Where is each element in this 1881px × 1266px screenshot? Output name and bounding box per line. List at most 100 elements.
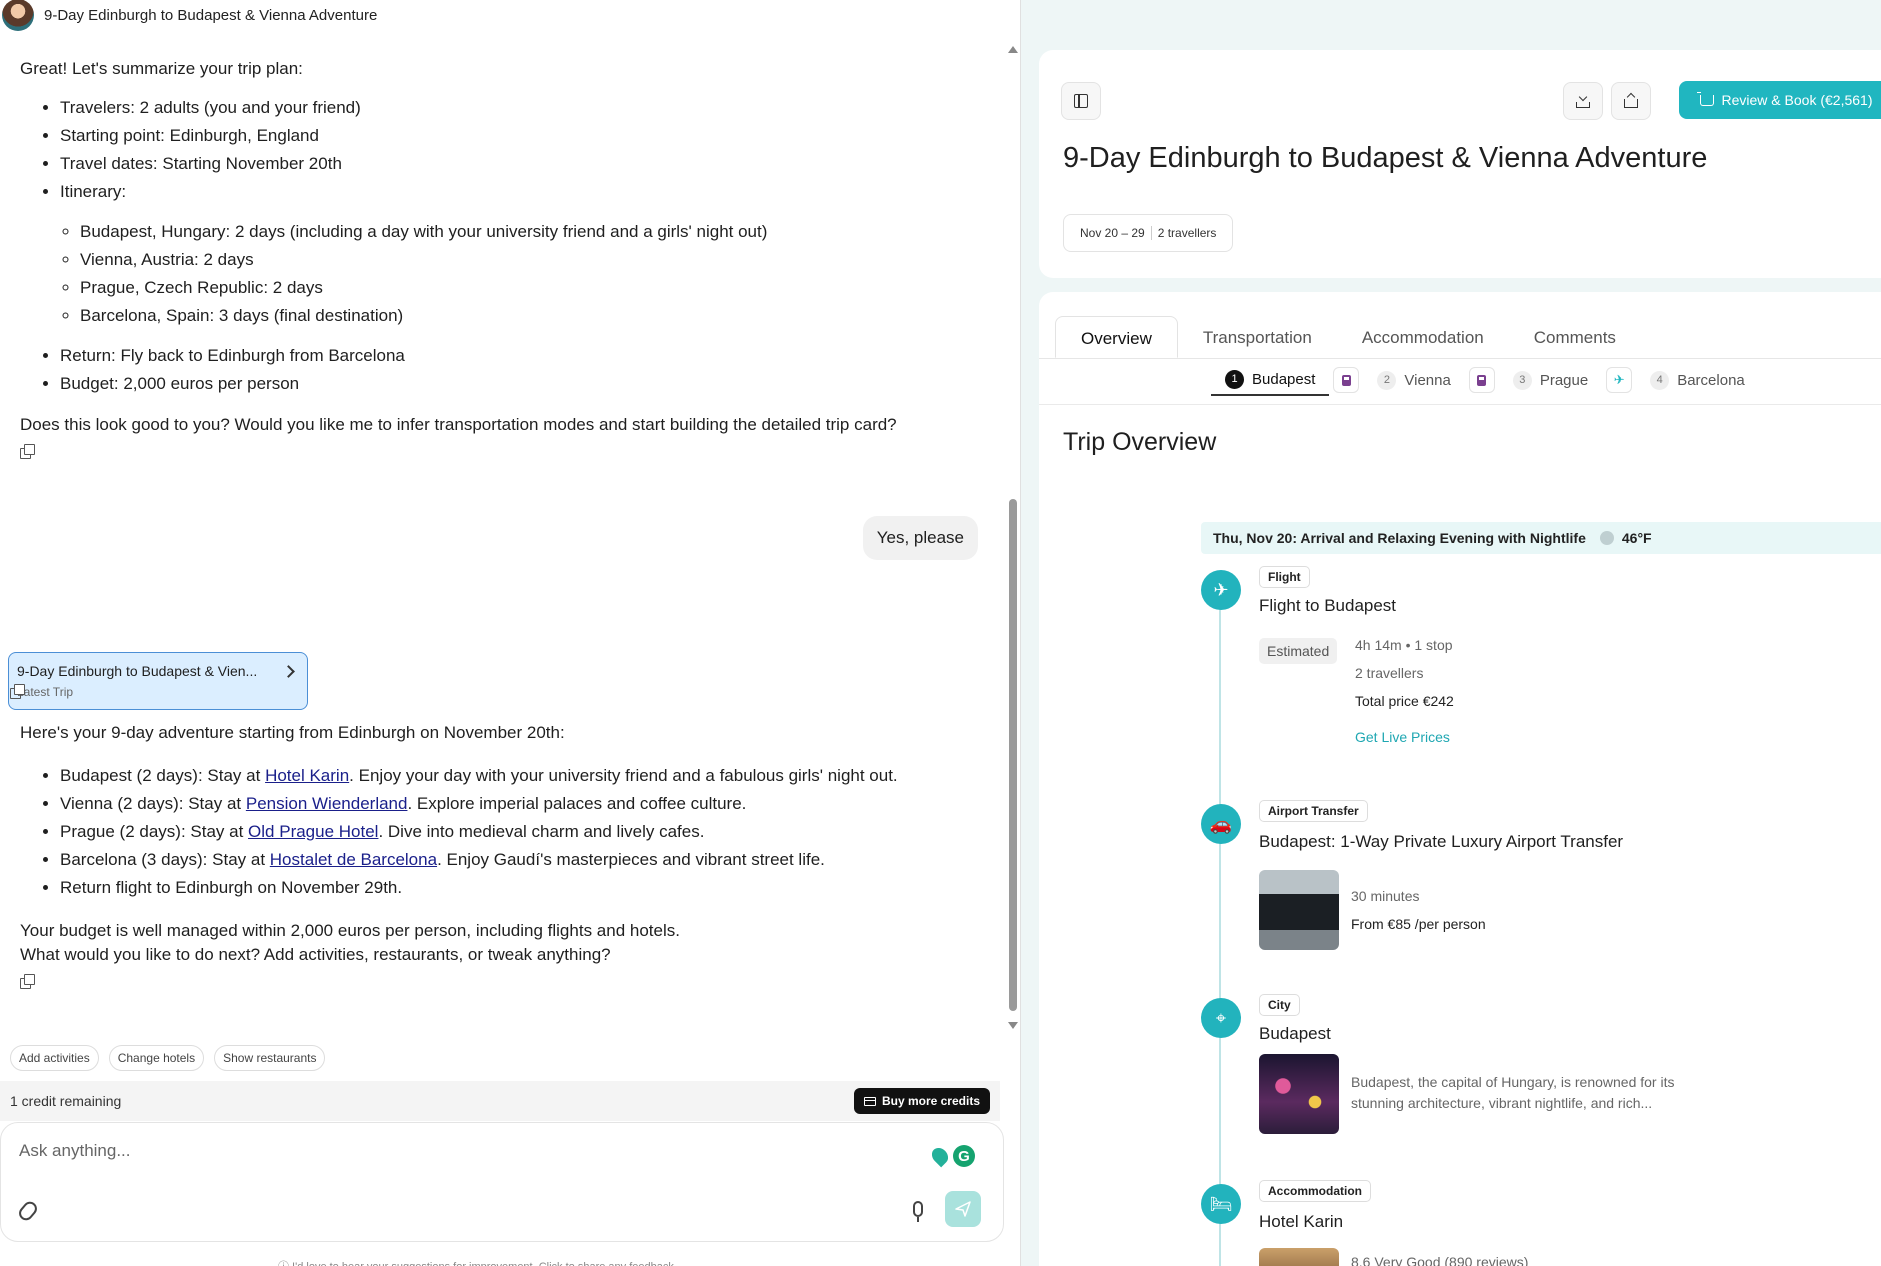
hotel-link[interactable]: Hotel Karin (265, 766, 349, 785)
city-tab-budapest[interactable]: 1 Budapest (1211, 364, 1330, 396)
suggestion-add-activities[interactable]: Add activities (10, 1045, 99, 1071)
credits-bar: 1 credit remaining Buy more credits (0, 1081, 1000, 1121)
chat-title: 9-Day Edinburgh to Budapest & Vienna Adv… (44, 6, 378, 24)
chat-composer: G (0, 1122, 1004, 1242)
list-item-text: Vienna (2 days): Stay at (60, 794, 246, 813)
message-text: Your budget is well managed within 2,000… (20, 921, 680, 940)
flight-mode[interactable]: ✈ (1606, 367, 1633, 393)
feedback-note[interactable]: ⓘ I'd love to hear your suggestions for … (278, 1258, 677, 1266)
list-item: Travelers: 2 adults (you and your friend… (60, 94, 980, 122)
city-tab-vienna[interactable]: 2 Vienna (1363, 364, 1464, 396)
divider (1039, 358, 1881, 359)
hotel-rating: 8.6 Very Good (890 reviews) (1351, 1254, 1529, 1266)
list-item: Barcelona, Spain: 3 days (final destinat… (80, 302, 980, 330)
location-pin-icon[interactable] (928, 1144, 952, 1168)
transfer-duration: 30 minutes (1351, 888, 1420, 904)
list-item: Budapest, Hungary: 2 days (including a d… (80, 218, 980, 246)
tab-overview[interactable]: Overview (1055, 316, 1178, 358)
divider (1150, 226, 1152, 240)
trip-details: Overview Transportation Accommodation Co… (1039, 292, 1881, 1266)
city-image[interactable] (1259, 1054, 1339, 1134)
estimated-badge: Estimated (1259, 638, 1338, 664)
tab-accommodation[interactable]: Accommodation (1337, 316, 1509, 358)
download-button[interactable] (1563, 82, 1603, 120)
share-icon (1624, 94, 1638, 108)
scroll-up-arrow[interactable] (1008, 46, 1018, 53)
item-title[interactable]: Budapest: 1-Way Private Luxury Airport T… (1259, 832, 1623, 852)
list-item: Return flight to Edinburgh on November 2… (60, 874, 980, 902)
list-item: Budapest (2 days): Stay at Hotel Karin. … (60, 762, 980, 790)
cart-icon (1696, 91, 1714, 106)
chat-input[interactable] (19, 1137, 899, 1165)
trip-meta[interactable]: Nov 20 – 29 2 travellers (1063, 214, 1234, 252)
list-item-text: . Enjoy Gaudí's masterpieces and vibrant… (437, 850, 825, 869)
list-item-text: . Enjoy your day with your university fr… (349, 766, 898, 785)
credits-remaining: 1 credit remaining (10, 1093, 122, 1109)
scrollbar-thumb[interactable] (1009, 499, 1017, 1011)
sidebar-toggle-button[interactable] (1061, 82, 1101, 120)
city-number: 2 (1377, 370, 1397, 390)
map-pin-icon: ⌖ (1201, 998, 1241, 1038)
grammarly-icon[interactable]: G (953, 1145, 975, 1167)
suggestion-show-restaurants[interactable]: Show restaurants (214, 1045, 326, 1071)
avatar[interactable] (2, 0, 34, 31)
tab-comments[interactable]: Comments (1509, 316, 1641, 358)
city-name: Budapest (1252, 370, 1316, 388)
chat-scrollbar[interactable] (1007, 44, 1019, 1029)
trip-tabs: Overview Transportation Accommodation Co… (1055, 316, 1641, 358)
list-item-text: . Explore imperial palaces and coffee cu… (407, 794, 747, 813)
trip-card-link[interactable]: 9-Day Edinburgh to Budapest & Vien... La… (8, 652, 308, 710)
item-title[interactable]: Budapest (1259, 1024, 1331, 1044)
scroll-down-arrow[interactable] (1008, 1022, 1018, 1029)
suggestion-chips: Add activities Change hotels Show restau… (10, 1045, 326, 1071)
copy-icon[interactable] (20, 444, 35, 459)
hotel-link[interactable]: Hostalet de Barcelona (270, 850, 437, 869)
day-title: Thu, Nov 20: Arrival and Relaxing Evenin… (1213, 530, 1586, 546)
list-item-text: Barcelona (3 days): Stay at (60, 850, 270, 869)
list-item-text: Budapest (2 days): Stay at (60, 766, 266, 785)
item-title[interactable]: Hotel Karin (1259, 1212, 1343, 1232)
get-live-prices-link[interactable]: Get Live Prices (1355, 729, 1450, 745)
share-button[interactable] (1611, 82, 1651, 120)
review-book-button[interactable]: Review & Book (€2,561) (1679, 81, 1881, 119)
review-book-label: Review & Book (€2,561) (1721, 92, 1873, 108)
bed-icon: 🛏 (1201, 1184, 1241, 1224)
city-tab-prague[interactable]: 3 Prague (1499, 364, 1602, 396)
list-item: Vienna, Austria: 2 days (80, 246, 980, 274)
transfer-image[interactable] (1259, 870, 1339, 950)
itinerary-summary-list: Budapest (2 days): Stay at Hotel Karin. … (60, 762, 980, 902)
list-item: Prague, Czech Republic: 2 days (80, 274, 980, 302)
tab-transportation[interactable]: Transportation (1178, 316, 1337, 358)
trip-dates: Nov 20 – 29 (1080, 226, 1145, 240)
train-mode[interactable] (1333, 367, 1360, 393)
chat-messages[interactable]: Great! Let's summarize your trip plan: T… (0, 44, 1000, 1064)
paperclip-icon[interactable] (16, 1198, 40, 1224)
city-number: 3 (1512, 370, 1532, 390)
city-tab-barcelona[interactable]: 4 Barcelona (1636, 364, 1759, 396)
hotel-image[interactable] (1259, 1248, 1339, 1266)
chat-header: 9-Day Edinburgh to Budapest & Vienna Adv… (0, 0, 1000, 31)
day-header[interactable]: Thu, Nov 20: Arrival and Relaxing Evenin… (1201, 522, 1881, 554)
list-item: Return: Fly back to Edinburgh from Barce… (60, 342, 980, 370)
chat-pane: 9-Day Edinburgh to Budapest & Vienna Adv… (0, 0, 1020, 1266)
divider (1039, 404, 1881, 405)
list-item: Travel dates: Starting November 20th (60, 150, 980, 178)
assistant-message-summary: Great! Let's summarize your trip plan: T… (20, 58, 980, 463)
buy-credits-button[interactable]: Buy more credits (853, 1088, 990, 1114)
assistant-message-itinerary: Here's your 9-day adventure starting fro… (20, 722, 980, 993)
city-number: 1 (1225, 369, 1244, 389)
hotel-link[interactable]: Old Prague Hotel (248, 822, 378, 841)
item-title: Flight to Budapest (1259, 596, 1397, 615)
message-text: Here's your 9-day adventure starting fro… (20, 723, 565, 742)
microphone-icon[interactable] (913, 1201, 923, 1222)
hotel-link[interactable]: Pension Wienderland (246, 794, 408, 813)
section-title: Trip Overview (1063, 428, 1217, 456)
train-mode[interactable] (1468, 367, 1495, 393)
send-button[interactable] (945, 1191, 981, 1227)
copy-icon[interactable] (10, 684, 25, 699)
train-icon (1341, 374, 1351, 386)
extension-icons: G (928, 1144, 975, 1168)
item-type-badge: Airport Transfer (1259, 800, 1368, 822)
copy-icon[interactable] (20, 974, 35, 989)
suggestion-change-hotels[interactable]: Change hotels (108, 1045, 205, 1071)
